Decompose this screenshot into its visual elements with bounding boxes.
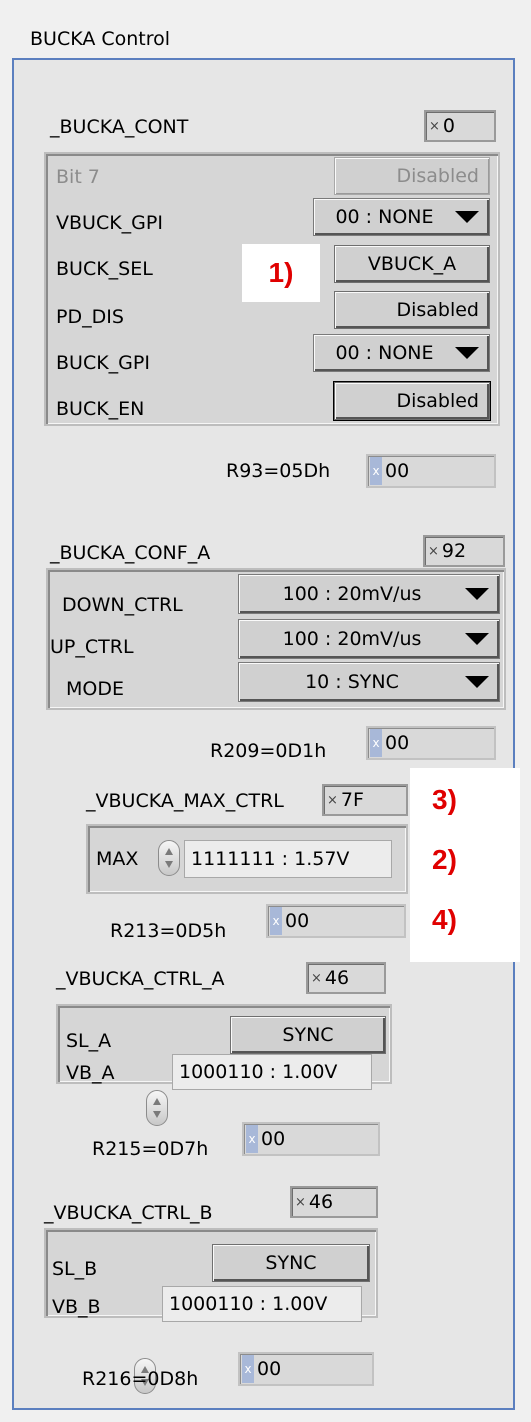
x-radix-icon: x bbox=[270, 907, 282, 935]
down-ctrl-label: DOWN_CTRL bbox=[62, 594, 183, 616]
r209-value-field[interactable]: x 00 bbox=[366, 726, 496, 760]
annotation-3: 3) bbox=[432, 784, 457, 815]
sl-a-button[interactable]: SYNC bbox=[230, 1016, 386, 1054]
up-ctrl-dropdown[interactable]: 100 : 20mV/us bbox=[238, 619, 500, 659]
r213-value-field[interactable]: x 00 bbox=[266, 904, 406, 938]
bucka-cont-label: _BUCKA_CONT bbox=[50, 116, 189, 138]
increment-decrement-icon[interactable] bbox=[158, 840, 180, 876]
vbuck-gpi-dropdown[interactable]: 00 : NONE bbox=[313, 198, 490, 236]
buck-sel-label: BUCK_SEL bbox=[56, 258, 153, 280]
mode-label: MODE bbox=[66, 678, 124, 700]
increment-decrement-icon[interactable] bbox=[146, 1090, 168, 1126]
vbucka-ctrl-b-label: _VBUCKA_CTRL_B bbox=[44, 1202, 213, 1224]
vbucka-ctrl-a-hex-input[interactable]: × 46 bbox=[306, 962, 386, 994]
bucka-cont-hex-input[interactable]: × 0 bbox=[424, 110, 496, 142]
r216-label: R216=0D8h bbox=[82, 1368, 199, 1390]
r215-value-field[interactable]: x 00 bbox=[242, 1122, 380, 1156]
chevron-down-icon bbox=[465, 633, 489, 645]
x-radix-icon: x bbox=[370, 457, 382, 485]
buck-gpi-label: BUCK_GPI bbox=[56, 352, 150, 374]
annotation-2: 2) bbox=[432, 844, 457, 875]
pd-dis-button[interactable]: Disabled bbox=[334, 291, 490, 329]
r93-label: R93=05Dh bbox=[226, 460, 331, 482]
max-label: MAX bbox=[96, 848, 139, 870]
vbucka-ctrl-b-hex-input[interactable]: × 46 bbox=[290, 1186, 378, 1218]
buck-gpi-dropdown[interactable]: 00 : NONE bbox=[313, 334, 490, 372]
sl-b-button[interactable]: SYNC bbox=[212, 1244, 370, 1282]
vbuck-gpi-label: VBUCK_GPI bbox=[56, 212, 163, 234]
x-radix-icon: × bbox=[428, 543, 439, 559]
bucka-conf-a-label: _BUCKA_CONF_A bbox=[50, 542, 211, 564]
x-radix-icon: x bbox=[246, 1125, 258, 1153]
vbucka-max-ctrl-label: _VBUCKA_MAX_CTRL bbox=[86, 790, 284, 812]
x-radix-icon: x bbox=[242, 1355, 254, 1383]
r215-label: R215=0D7h bbox=[92, 1138, 209, 1160]
x-radix-icon: × bbox=[295, 1194, 306, 1210]
buck-en-button[interactable]: Disabled bbox=[334, 382, 490, 420]
bucka-conf-a-hex-input[interactable]: × 92 bbox=[423, 535, 505, 567]
x-radix-icon: × bbox=[311, 970, 322, 986]
vb-a-numeric-field[interactable]: 1000110 : 1.00V bbox=[172, 1054, 372, 1090]
vb-b-label: VB_B bbox=[52, 1296, 101, 1318]
annotation-1: 1) bbox=[242, 244, 320, 302]
r209-label: R209=0D1h bbox=[210, 740, 327, 762]
bit7-label: Bit 7 bbox=[56, 166, 100, 188]
sl-a-label: SL_A bbox=[66, 1030, 112, 1052]
r216-value-field[interactable]: x 00 bbox=[238, 1352, 374, 1386]
vb-a-label: VB_A bbox=[66, 1062, 115, 1084]
vb-b-numeric-field[interactable]: 1000110 : 1.00V bbox=[162, 1286, 362, 1322]
x-radix-icon: × bbox=[327, 792, 338, 808]
vbucka-ctrl-a-label: _VBUCKA_CTRL_A bbox=[56, 968, 225, 990]
down-ctrl-dropdown[interactable]: 100 : 20mV/us bbox=[238, 574, 500, 614]
chevron-down-icon bbox=[465, 588, 489, 600]
vbucka-max-ctrl-hex-input[interactable]: × 7F bbox=[322, 784, 408, 816]
r93-value-field[interactable]: x 00 bbox=[366, 454, 496, 488]
x-radix-icon: x bbox=[370, 729, 382, 757]
sl-b-label: SL_B bbox=[52, 1258, 98, 1280]
max-numeric-field[interactable]: 1111111 : 1.57V bbox=[184, 840, 392, 878]
x-radix-icon: × bbox=[429, 118, 440, 134]
buck-sel-button[interactable]: VBUCK_A bbox=[334, 245, 490, 283]
pd-dis-label: PD_DIS bbox=[56, 306, 124, 328]
window-title: BUCKA Control bbox=[30, 28, 171, 50]
annotation-block bbox=[410, 768, 520, 962]
annotation-4: 4) bbox=[432, 904, 457, 935]
up-ctrl-label: UP_CTRL bbox=[50, 636, 134, 658]
bit7-button[interactable]: Disabled bbox=[334, 157, 490, 195]
chevron-down-icon bbox=[455, 347, 479, 359]
r213-label: R213=0D5h bbox=[110, 920, 227, 942]
mode-dropdown[interactable]: 10 : SYNC bbox=[238, 662, 500, 702]
buck-en-label: BUCK_EN bbox=[56, 398, 145, 420]
chevron-down-icon bbox=[465, 676, 489, 688]
chevron-down-icon bbox=[455, 211, 479, 223]
